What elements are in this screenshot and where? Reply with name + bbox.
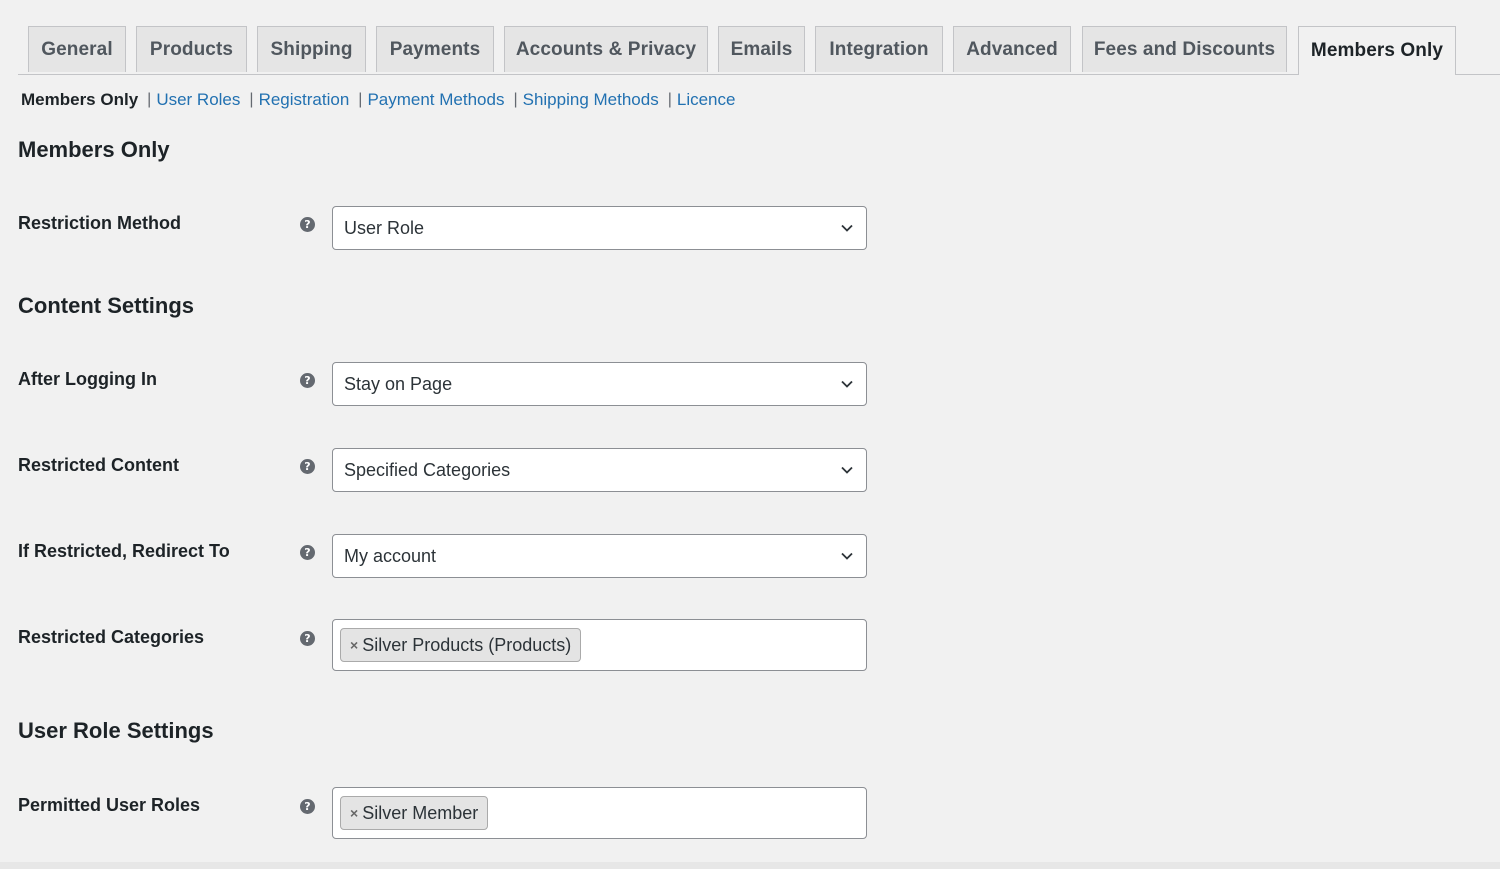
subnav-current-members-only: Members Only	[21, 90, 139, 109]
restriction-method-label: Restriction Method	[18, 213, 182, 233]
tab-accounts-privacy[interactable]: Accounts & Privacy	[504, 26, 708, 72]
settings-tabs: General Products Shipping Payments Accou…	[18, 26, 1500, 75]
subnav-link-registration[interactable]: Registration	[259, 90, 350, 110]
restriction-method-select[interactable]: User Role	[332, 206, 867, 250]
chip-label: Silver Member	[362, 802, 479, 823]
section-heading-content-settings: Content Settings	[18, 293, 194, 318]
chip-label: Silver Products (Products)	[362, 634, 572, 655]
subnav-separator: |	[249, 91, 254, 108]
section-heading-members-only: Members Only	[18, 137, 170, 162]
tab-products[interactable]: Products	[136, 26, 247, 72]
chevron-down-icon	[841, 466, 853, 474]
tab-general[interactable]: General	[28, 26, 126, 72]
selected-category-chip: × Silver Products (Products)	[340, 628, 582, 662]
help-icon[interactable]: ?	[300, 217, 315, 232]
tab-emails[interactable]: Emails	[718, 26, 805, 72]
after-logging-in-label: After Logging In	[18, 369, 157, 389]
subnav-link-payment-methods[interactable]: Payment Methods	[367, 90, 504, 110]
help-icon[interactable]: ?	[300, 631, 315, 646]
permitted-user-roles-label: Permitted User Roles	[18, 795, 201, 815]
subnav-separator: |	[358, 91, 363, 108]
subnav-separator: |	[147, 91, 152, 108]
help-icon[interactable]: ?	[300, 799, 315, 814]
tab-fees-discounts[interactable]: Fees and Discounts	[1082, 26, 1287, 72]
restricted-content-value: Specified Categories	[344, 459, 511, 480]
subnav-link-shipping-methods[interactable]: Shipping Methods	[523, 90, 659, 110]
subnav-separator: |	[667, 91, 672, 108]
permitted-user-roles-multiselect[interactable]: × Silver Member	[332, 787, 867, 839]
section-heading-user-role-settings: User Role Settings	[18, 718, 214, 743]
restricted-content-select[interactable]: Specified Categories	[332, 448, 867, 492]
redirect-to-select[interactable]: My account	[332, 534, 867, 578]
selected-role-chip: × Silver Member	[340, 796, 489, 830]
tab-shipping[interactable]: Shipping	[257, 26, 366, 72]
redirect-to-value: My account	[344, 545, 437, 566]
subnav-link-user-roles[interactable]: User Roles	[156, 90, 240, 110]
chevron-down-icon	[841, 552, 853, 560]
subnav-link-licence[interactable]: Licence	[677, 90, 736, 110]
after-logging-in-select[interactable]: Stay on Page	[332, 362, 867, 406]
tab-payments[interactable]: Payments	[376, 26, 494, 72]
after-logging-in-value: Stay on Page	[344, 373, 453, 394]
subnav-separator: |	[513, 91, 518, 108]
restricted-categories-label: Restricted Categories	[18, 627, 205, 647]
help-icon[interactable]: ?	[300, 373, 315, 388]
tab-integration[interactable]: Integration	[815, 26, 943, 72]
help-icon[interactable]: ?	[300, 459, 315, 474]
restricted-categories-multiselect[interactable]: × Silver Products (Products)	[332, 619, 867, 671]
chevron-down-icon	[841, 224, 853, 232]
remove-chip-icon[interactable]: ×	[350, 637, 358, 653]
redirect-to-label: If Restricted, Redirect To	[18, 541, 230, 561]
help-icon[interactable]: ?	[300, 545, 315, 560]
remove-chip-icon[interactable]: ×	[350, 805, 358, 821]
chevron-down-icon	[841, 380, 853, 388]
subsection-nav: Members Only | User Roles | Registration…	[21, 88, 735, 112]
restriction-method-value: User Role	[344, 217, 425, 238]
restricted-content-label: Restricted Content	[18, 455, 180, 475]
tab-advanced[interactable]: Advanced	[953, 26, 1071, 72]
bottom-divider	[0, 862, 1500, 869]
tab-members-only[interactable]: Members Only	[1298, 26, 1456, 75]
